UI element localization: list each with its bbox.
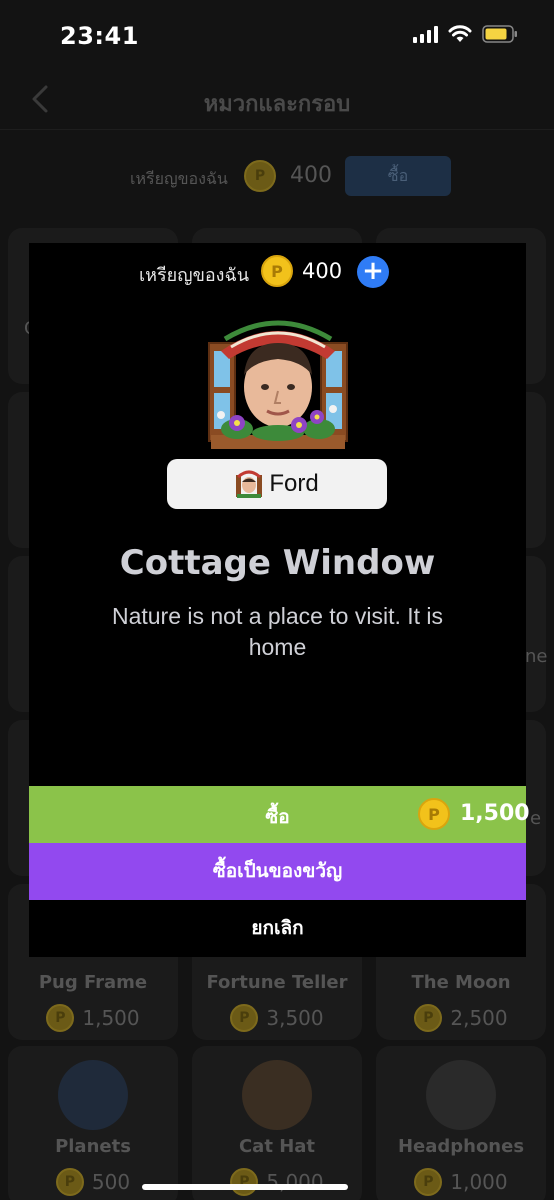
coin-icon: P xyxy=(244,160,276,192)
item-name: Pug Frame xyxy=(38,972,148,993)
coin-icon: P xyxy=(46,1004,75,1032)
item-name: Headphones xyxy=(397,1136,525,1157)
item-card[interactable]: Planets P 500 xyxy=(8,1046,178,1200)
battery-icon xyxy=(482,25,517,43)
coin-balance-label: เหรียญของฉัน xyxy=(130,169,228,188)
item-name: Planets xyxy=(55,1136,131,1157)
item-card[interactable]: Headphones P 1,000 xyxy=(376,1046,546,1200)
item-price: P 1,000 xyxy=(376,1168,546,1196)
buy-price: 1,500 xyxy=(460,801,530,826)
planets-frame-thumbnail xyxy=(58,1060,128,1130)
cancel-button[interactable]: ยกเลิก xyxy=(29,900,526,957)
my-coins-amount: 400 xyxy=(302,259,343,283)
item-price: P 5,000 xyxy=(192,1168,362,1196)
partial-card-text: e xyxy=(530,808,542,829)
coin-symbol: P xyxy=(428,804,440,824)
headphones-thumbnail xyxy=(426,1060,496,1130)
coin-icon: P xyxy=(418,798,450,830)
item-price-value: 1,000 xyxy=(450,1170,508,1194)
item-name: Fortune Teller xyxy=(206,972,348,993)
item-price: P 3,500 xyxy=(192,1004,362,1032)
profile-name-tag: Ford xyxy=(167,459,387,509)
status-bar: 23:41 xyxy=(0,0,554,72)
item-name: The Moon xyxy=(411,972,511,993)
buy-label: ซื้อ xyxy=(265,806,290,828)
home-indicator[interactable] xyxy=(142,1184,348,1190)
my-coins-label: เหรียญของฉัน xyxy=(139,265,250,286)
coin-icon: P xyxy=(55,1168,84,1196)
coin-balance-amount: 400 xyxy=(290,163,332,188)
coin-icon: P xyxy=(230,1004,259,1032)
cellular-signal-icon xyxy=(413,25,438,43)
wifi-icon xyxy=(448,25,472,42)
item-price-value: 2,500 xyxy=(450,1006,508,1030)
frame-description: Nature is not a place to visit. It is ho… xyxy=(111,603,444,660)
status-icons xyxy=(413,25,518,43)
coin-icon: P xyxy=(414,1004,443,1032)
cat-hat-thumbnail xyxy=(242,1060,312,1130)
buy-button[interactable]: ซื้อ P 1,500 xyxy=(29,786,530,843)
purchase-dialog: เหรียญของฉัน P 400 + Ford Cottage Window… xyxy=(29,243,530,957)
item-name: Cat Hat xyxy=(238,1136,316,1157)
profile-name: Ford xyxy=(269,470,319,497)
status-time: 23:41 xyxy=(60,22,139,50)
item-price: P 2,500 xyxy=(376,1004,546,1032)
buy-coins-button[interactable]: ซื้อ xyxy=(345,156,451,196)
page-title: หมวกและกรอบ xyxy=(203,92,351,117)
item-price: P 500 xyxy=(8,1168,178,1196)
buy-as-gift-button[interactable]: ซื้อเป็นของขวัญ xyxy=(29,843,526,900)
item-price-value: 1,500 xyxy=(82,1006,140,1030)
nav-bar: หมวกและกรอบ xyxy=(0,72,554,130)
avatar xyxy=(236,470,263,498)
item-price: P 1,500 xyxy=(8,1004,178,1032)
item-price-value: 500 xyxy=(91,1170,131,1194)
frame-title: Cottage Window xyxy=(119,543,436,583)
add-coins-button[interactable]: + xyxy=(357,256,389,288)
coin-icon: P xyxy=(230,1168,259,1196)
coin-symbol: P xyxy=(271,261,283,281)
coin-symbol: P xyxy=(254,168,266,184)
partial-card-text: ne xyxy=(525,646,548,667)
coin-icon: P xyxy=(414,1168,443,1196)
item-price-value: 5,000 xyxy=(266,1170,324,1194)
item-card[interactable]: Cat Hat P 5,000 xyxy=(192,1046,362,1200)
coin-icon: P xyxy=(261,255,293,287)
item-price-value: 3,500 xyxy=(266,1006,324,1030)
coin-balance-bar: เหรียญของฉัน P 400 ซื้อ xyxy=(0,150,554,202)
screen: 23:41 หมวกและกรอบ เหรียญของฉัน P 400 ซื้… xyxy=(0,0,554,1200)
cottage-window-frame-preview xyxy=(208,320,348,449)
